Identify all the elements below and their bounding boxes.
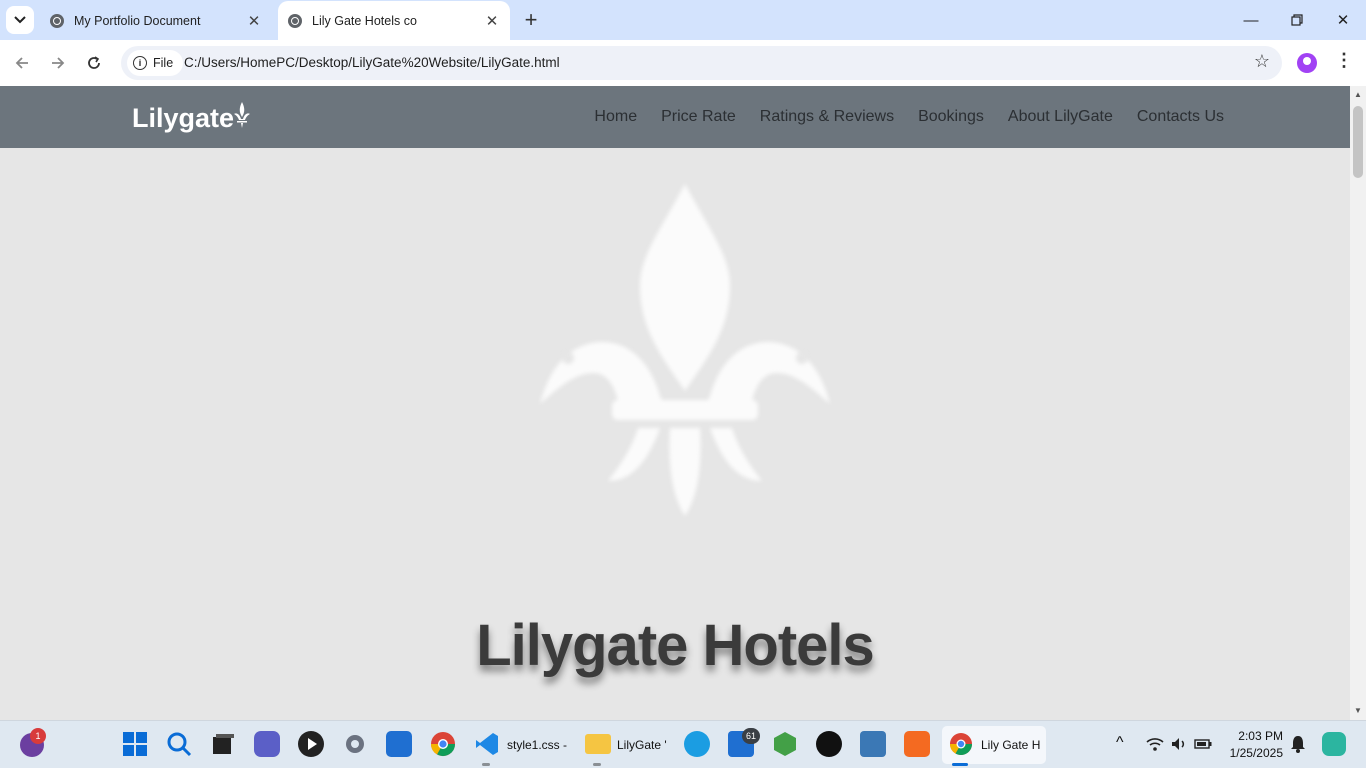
vscode-icon[interactable] [474,731,500,757]
more-menu-icon[interactable]: ⋮ [1334,50,1354,76]
meet-icon[interactable] [254,731,280,757]
browser-tab-portfolio[interactable]: My Portfolio Document ✕ [40,1,272,40]
new-tab-button[interactable]: + [518,7,544,33]
profile-avatar[interactable] [1297,53,1317,73]
clock-date[interactable]: 1/25/2025 [1222,746,1283,760]
mail-badge: 61 [742,728,760,744]
nav-price-rate[interactable]: Price Rate [661,108,736,126]
scroll-up-icon[interactable]: ▲ [1350,88,1366,102]
tab-search-button[interactable] [6,6,34,34]
python-icon[interactable] [860,731,886,757]
info-icon: i [133,56,147,70]
reload-button[interactable] [80,49,108,77]
tab-title: My Portfolio Document [74,13,201,28]
close-icon[interactable]: ✕ [482,12,502,30]
chrome-profile-icon[interactable] [948,731,974,757]
clock-time[interactable]: 2:03 PM [1222,729,1283,743]
back-button[interactable] [8,49,36,77]
notification-bell-icon[interactable] [1290,735,1306,753]
running-indicator [482,763,490,766]
fleur-de-lis-emblem [540,184,830,516]
site-info-label: File [153,56,174,70]
globe-icon [288,13,302,28]
tab-title: Lily Gate Hotels co [312,13,417,28]
address-bar[interactable]: i File C:/Users/HomePC/Desktop/LilyGate%… [121,46,1282,80]
logo-text: Lilygate [132,102,235,133]
settings-gear-icon[interactable] [342,731,368,757]
chevron-up-icon[interactable]: ^ [1116,734,1124,752]
bookmark-star-icon[interactable]: ☆ [1254,51,1270,72]
volume-icon[interactable] [1170,735,1188,753]
tiktok-icon[interactable] [816,731,842,757]
taskbar: 1 style1.css - LilyGate ' 61 Lily Gate H… [0,720,1366,768]
wifi-icon[interactable] [1146,735,1164,753]
forward-button[interactable] [44,49,72,77]
taskbar-app-explorer-label[interactable]: LilyGate ' [617,738,667,752]
nav-ratings-reviews[interactable]: Ratings & Reviews [760,108,894,126]
url-text[interactable]: C:/Users/HomePC/Desktop/LilyGate%20Websi… [184,55,560,70]
site-logo[interactable]: Lilygate [132,100,252,136]
page-scrollbar[interactable]: ▲ ▼ [1350,86,1366,720]
hero-title: Lilygate Hotels [476,613,875,678]
arrow-right-icon [52,57,65,69]
chrome-icon[interactable] [430,731,456,757]
copilot-icon[interactable] [1322,732,1346,756]
nodejs-icon[interactable] [772,731,798,757]
restore-button[interactable] [1274,0,1320,40]
nav-about[interactable]: About LilyGate [1008,108,1113,126]
battery-icon[interactable] [1194,736,1212,752]
notification-badge: 1 [30,728,46,744]
nav-home[interactable]: Home [594,108,637,126]
arrow-left-icon [15,57,28,69]
start-windows-icon[interactable] [122,731,148,757]
scroll-thumb[interactable] [1353,106,1363,178]
running-indicator [593,763,601,766]
xampp-icon[interactable] [904,731,930,757]
tab-strip: My Portfolio Document ✕ Lily Gate Hotels… [0,0,1366,40]
close-window-button[interactable]: ✕ [1320,0,1366,40]
nav-contacts[interactable]: Contacts Us [1137,108,1224,126]
browser-tab-lilygate[interactable]: Lily Gate Hotels co ✕ [278,1,510,40]
minimize-button[interactable]: — [1228,0,1274,40]
close-icon[interactable]: ✕ [244,12,264,30]
restore-icon [1291,14,1303,26]
site-info-chip[interactable]: i File [127,50,184,76]
page-viewport: Lilygate Home Price Rate Ratings & Revie… [0,86,1350,720]
fleur-de-lis-icon [234,102,251,128]
scroll-down-icon[interactable]: ▼ [1350,704,1366,718]
store-icon[interactable] [386,731,412,757]
taskbar-app-vscode-label[interactable]: style1.css - [507,738,567,752]
edge-icon[interactable] [684,731,710,757]
active-indicator [952,763,968,766]
media-player-icon[interactable] [298,731,324,757]
globe-icon [50,13,64,28]
task-view-icon[interactable] [210,731,236,757]
taskbar-app-chrome-label[interactable]: Lily Gate H [981,738,1040,752]
reload-icon [88,56,100,69]
nav-bookings[interactable]: Bookings [918,108,984,126]
site-navbar: Lilygate Home Price Rate Ratings & Revie… [0,86,1350,148]
search-icon[interactable] [166,731,192,757]
site-menu: Home Price Rate Ratings & Reviews Bookin… [594,86,1224,148]
file-explorer-icon[interactable] [585,734,611,754]
chevron-down-icon [14,16,26,24]
